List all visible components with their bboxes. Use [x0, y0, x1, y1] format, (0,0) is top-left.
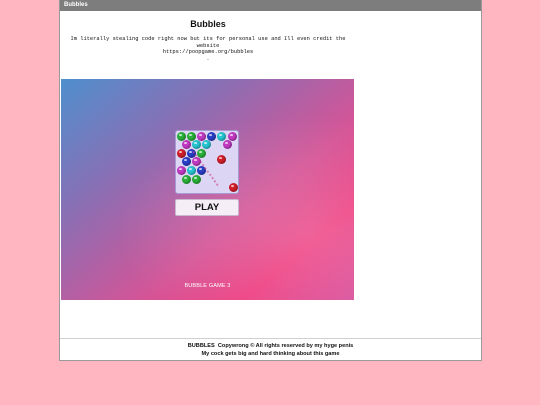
bubble [182, 140, 191, 149]
bubble [177, 166, 186, 175]
bubble [192, 140, 201, 149]
footer-divider [60, 338, 481, 339]
page-footer: BUBBLES Copywrong © All rights reserved … [60, 342, 481, 358]
footer-line-2: My cock gets big and hard thinking about… [201, 351, 340, 357]
intro-link[interactable]: https://poopgame.org/bubbles [64, 49, 352, 56]
game-canvas[interactable]: PLAY BUBBLE GAME 3 [61, 79, 354, 300]
footer-copyright: Copywrong © All rights reserved by my hy… [217, 343, 354, 349]
intro-line: website [196, 42, 220, 49]
bubble [223, 140, 232, 149]
window-titlebar: Bubbles [60, 0, 481, 11]
bubble [202, 140, 211, 149]
bubble [192, 175, 201, 184]
bubble [187, 166, 196, 175]
intro-line: Im literally stealing code right now but… [70, 36, 346, 42]
bubble [182, 175, 191, 184]
footer-brand: BUBBLES [187, 343, 215, 349]
browser-window: Bubbles Bubbles Im literally stealing co… [59, 0, 482, 361]
intro-line: . [206, 55, 210, 62]
shooter-bubble [229, 183, 238, 192]
intro-text: Im literally stealing code right now but… [64, 36, 352, 62]
footer-line-1: BUBBLES Copywrong © All rights reserved … [60, 342, 481, 350]
bubble [182, 157, 191, 166]
bubble [217, 155, 226, 164]
play-button[interactable]: PLAY [175, 199, 239, 216]
bubble-shooter-thumbnail-icon [175, 130, 239, 194]
game-caption: BUBBLE GAME 3 [184, 283, 231, 289]
page-title: Bubbles [190, 19, 226, 29]
